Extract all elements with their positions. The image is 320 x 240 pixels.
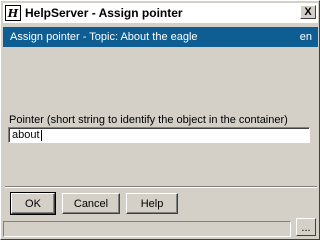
pointer-input-value: about xyxy=(12,129,40,141)
form-area: Pointer (short string to identify the ob… xyxy=(3,49,318,189)
title-bar: H HelpServer - Assign pointer X xyxy=(3,3,318,23)
close-icon: X xyxy=(304,5,312,18)
status-pane xyxy=(3,221,291,237)
topic-header-text: Assign pointer - Topic: About the eagle xyxy=(10,31,198,43)
topic-header: Assign pointer - Topic: About the eagle … xyxy=(3,27,318,47)
language-code: en xyxy=(299,31,312,43)
text-caret xyxy=(40,129,42,141)
ok-button[interactable]: OK xyxy=(10,192,56,215)
app-icon: H xyxy=(5,5,21,21)
close-button[interactable]: X xyxy=(300,5,316,19)
window-title: HelpServer - Assign pointer xyxy=(25,6,183,20)
help-button[interactable]: Help xyxy=(126,193,178,214)
cancel-button[interactable]: Cancel xyxy=(62,193,120,214)
dialog-window: H HelpServer - Assign pointer X Assign p… xyxy=(0,0,320,240)
more-button[interactable]: ... xyxy=(296,218,316,236)
pointer-input[interactable]: about xyxy=(8,127,310,143)
button-separator xyxy=(5,186,317,188)
status-bar: ... xyxy=(3,218,318,238)
pointer-label: Pointer (short string to identify the ob… xyxy=(9,114,288,126)
